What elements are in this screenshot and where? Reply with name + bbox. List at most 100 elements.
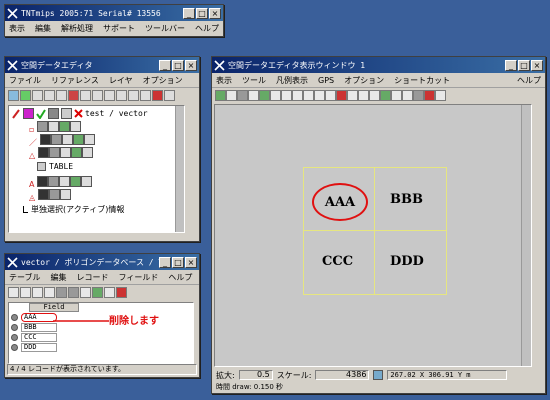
tool-button[interactable] xyxy=(20,286,31,298)
tool-button[interactable] xyxy=(20,89,31,101)
table-cell[interactable]: BBB xyxy=(21,323,57,332)
tool-button[interactable] xyxy=(44,89,55,101)
table-row[interactable]: CCC xyxy=(11,333,57,342)
menu-view[interactable]: 表示 xyxy=(216,75,232,86)
polygon-label-bbb[interactable]: BBB xyxy=(390,192,423,207)
tool-button[interactable] xyxy=(8,89,19,101)
titlebar[interactable]: 空間データエディタ _ □ × xyxy=(5,57,199,73)
menu-options[interactable]: オプション xyxy=(143,75,183,86)
tool-button[interactable] xyxy=(248,89,259,101)
close-button[interactable]: × xyxy=(185,59,197,71)
tool-button[interactable] xyxy=(80,89,91,101)
tool-button[interactable] xyxy=(8,286,19,298)
menu-reference[interactable]: リファレンス xyxy=(51,75,99,86)
maximize-button[interactable]: □ xyxy=(196,7,208,19)
tool-button[interactable] xyxy=(92,89,103,101)
minimize-button[interactable]: _ xyxy=(183,7,195,19)
menu-gps[interactable]: GPS xyxy=(318,76,334,85)
table-row[interactable]: DDD xyxy=(11,343,57,352)
row-selector-icon[interactable] xyxy=(11,334,18,341)
layer-icon[interactable] xyxy=(48,108,59,119)
menu-tools[interactable]: ツール xyxy=(242,75,266,86)
menu-edit[interactable]: 編集 xyxy=(35,23,51,34)
maximize-button[interactable]: □ xyxy=(172,256,184,268)
tool-button[interactable] xyxy=(435,89,446,101)
row-selector-icon[interactable] xyxy=(11,314,18,321)
tool-button[interactable] xyxy=(314,89,325,101)
tool-button[interactable] xyxy=(116,89,127,101)
tool-button[interactable] xyxy=(380,89,391,101)
tool-button[interactable] xyxy=(164,89,175,101)
table-cell[interactable]: DDD xyxy=(21,343,57,352)
polygon-label-aaa[interactable]: AAA xyxy=(312,183,368,221)
tool-button[interactable] xyxy=(358,89,369,101)
menu-field[interactable]: フィールド xyxy=(119,272,159,283)
tool-button[interactable] xyxy=(104,286,115,298)
pencil-icon[interactable] xyxy=(12,108,21,119)
titlebar[interactable]: TNTmips 2005:71 Serial# 13556 _ □ × xyxy=(5,5,223,21)
menu-edit[interactable]: 編集 xyxy=(51,272,67,283)
menu-table[interactable]: テーブル xyxy=(9,272,41,283)
menu-record[interactable]: レコード xyxy=(77,272,109,283)
tool-button[interactable] xyxy=(369,89,380,101)
glasses-icon[interactable] xyxy=(61,108,72,119)
tool-button[interactable] xyxy=(325,89,336,101)
polygon-label-ccc[interactable]: CCC xyxy=(322,254,353,269)
menu-help[interactable]: ヘルプ xyxy=(168,272,192,283)
tool-button[interactable] xyxy=(92,286,103,298)
tool-button[interactable] xyxy=(32,89,43,101)
tool-button[interactable] xyxy=(128,89,139,101)
menu-shortcut[interactable]: ショートカット xyxy=(394,75,450,86)
menu-help[interactable]: ヘルプ xyxy=(517,75,541,86)
menu-layer[interactable]: レイヤ xyxy=(109,75,133,86)
tool-button[interactable] xyxy=(116,286,127,298)
tool-button[interactable] xyxy=(104,89,115,101)
minimize-button[interactable]: _ xyxy=(159,256,171,268)
tool-button[interactable] xyxy=(336,89,347,101)
tool-button[interactable] xyxy=(424,89,435,101)
table-row[interactable]: TABLE xyxy=(37,162,73,171)
titlebar[interactable]: 空間データエディタ表示ウィンドウ 1 _ □ × xyxy=(212,57,545,73)
zoom-field[interactable]: 0.5 xyxy=(238,370,273,380)
tool-button[interactable] xyxy=(56,286,67,298)
tool-button[interactable] xyxy=(259,89,270,101)
menu-support[interactable]: サポート xyxy=(103,23,135,34)
tool-button[interactable] xyxy=(292,89,303,101)
scale-field[interactable]: 4386 xyxy=(315,370,370,380)
check-icon[interactable] xyxy=(36,108,46,119)
tool-button[interactable] xyxy=(226,89,237,101)
tool-button[interactable] xyxy=(347,89,358,101)
tool-button[interactable] xyxy=(80,286,91,298)
vertical-scrollbar[interactable] xyxy=(175,106,184,232)
minimize-button[interactable]: _ xyxy=(505,59,517,71)
table-cell[interactable]: CCC xyxy=(21,333,57,342)
maximize-button[interactable]: □ xyxy=(518,59,530,71)
table-cell[interactable]: AAA xyxy=(21,313,57,322)
menu-analysis[interactable]: 解析処理 xyxy=(61,23,93,34)
tool-button[interactable] xyxy=(68,89,79,101)
zoom-in-icon[interactable] xyxy=(270,89,281,101)
tool-button[interactable] xyxy=(44,286,55,298)
raster-icon[interactable] xyxy=(23,108,34,119)
close-button[interactable]: × xyxy=(185,256,197,268)
tool-button[interactable] xyxy=(56,89,67,101)
maximize-button[interactable]: □ xyxy=(172,59,184,71)
tool-button[interactable] xyxy=(68,286,79,298)
vertical-scrollbar[interactable] xyxy=(521,105,531,366)
table-row[interactable]: BBB xyxy=(11,323,57,332)
polygon-label-ddd[interactable]: DDD xyxy=(390,254,424,269)
tool-button[interactable] xyxy=(32,286,43,298)
tool-button[interactable] xyxy=(140,89,151,101)
tool-button[interactable] xyxy=(391,89,402,101)
close-button[interactable]: × xyxy=(209,7,221,19)
tool-button[interactable] xyxy=(237,89,248,101)
tool-button[interactable] xyxy=(152,89,163,101)
menu-file[interactable]: ファイル xyxy=(9,75,41,86)
column-header[interactable]: Field xyxy=(29,303,79,312)
remove-x-icon[interactable] xyxy=(74,109,83,118)
titlebar[interactable]: vector / ポリゴンデータベース / TABLE _ □ × xyxy=(5,254,199,270)
map-canvas[interactable]: AAA BBB CCC DDD xyxy=(214,104,532,367)
minimize-button[interactable]: _ xyxy=(159,59,171,71)
zoom-out-icon[interactable] xyxy=(281,89,292,101)
tool-button[interactable] xyxy=(215,89,226,101)
